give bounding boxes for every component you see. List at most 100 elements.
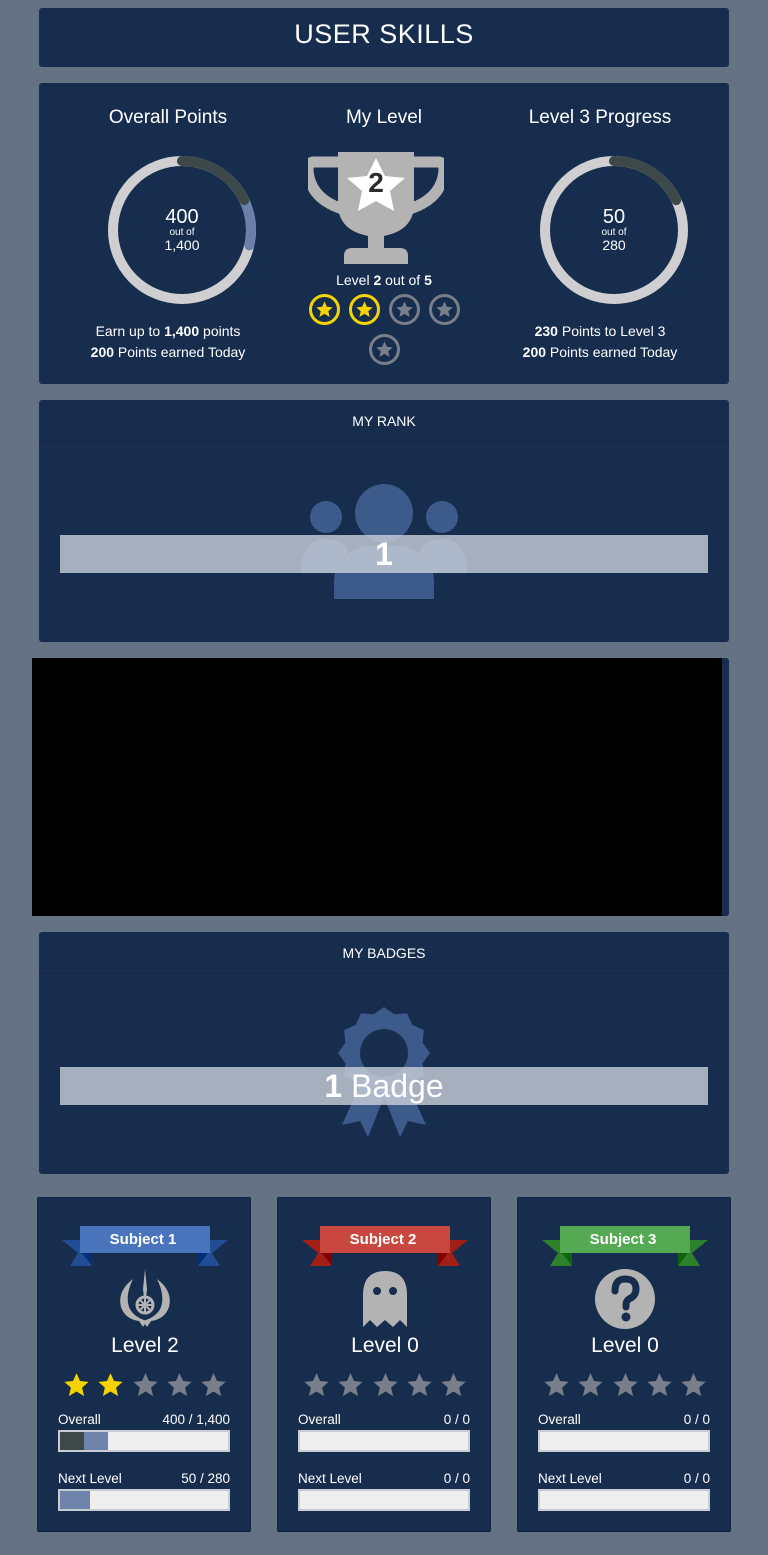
next-level-progress-bar	[58, 1489, 230, 1511]
jedi-icon	[120, 1269, 170, 1327]
star-icon	[647, 1373, 672, 1397]
next-level-row: Next Level 0 / 0	[538, 1471, 710, 1486]
star-icon	[167, 1373, 192, 1397]
level-progress-value: 50	[602, 206, 626, 228]
star-icon	[372, 1373, 398, 1397]
overall-progress-bar	[298, 1430, 470, 1452]
subject-level: Level 2	[111, 1334, 179, 1357]
overall-value: 0 / 0	[683, 1412, 710, 1427]
star-icon	[544, 1373, 569, 1397]
ghost-icon	[363, 1271, 407, 1327]
question-icon	[595, 1269, 655, 1329]
star-icon	[338, 1373, 363, 1397]
today-suffix: Points earned Today	[117, 344, 246, 360]
my-level-column: My Level 2 Level 2 out of 5	[269, 83, 499, 384]
earn-suffix: points	[203, 323, 241, 339]
overall-points-total: 1,400	[164, 237, 200, 253]
next-level-row: Next Level 0 / 0	[298, 1471, 470, 1486]
overall-points-column: Overall Points 400 out of 1,400 Earn up …	[53, 83, 283, 384]
level-star-5	[368, 334, 400, 365]
next-level-label: Next Level	[58, 1471, 122, 1486]
progress-today-value: 200	[522, 344, 547, 360]
overall-label: Overall	[538, 1412, 581, 1427]
next-level-progress-bar	[538, 1489, 710, 1511]
subject-card-3[interactable]: Subject 3 Level 0 Overall 0 / 0 Next Level 0 …	[517, 1197, 731, 1532]
overall-points-value: 400	[165, 206, 199, 228]
level-max: 5	[424, 272, 432, 288]
earn-prefix: Earn up to	[95, 323, 161, 339]
progress-today-suffix: Points earned Today	[549, 344, 678, 360]
subject-card-1[interactable]: Subject 1 Level 2 Overall 400 / 1,400 Next L…	[37, 1197, 251, 1532]
overall-row: Overall 0 / 0	[538, 1412, 710, 1427]
to-level-suffix: Points to Level 3	[561, 323, 666, 339]
overall-row: Overall 0 / 0	[298, 1412, 470, 1427]
level-line: Level 2 out of 5	[269, 272, 499, 288]
subject-level: Level 0	[351, 1334, 419, 1357]
overall-progress-bar	[538, 1430, 710, 1452]
my-rank-panel: MY RANK 1	[39, 400, 729, 642]
overall-points-ring-text: 400 out of 1,400	[107, 155, 257, 305]
level-progress-ring-text: 50 out of 280	[539, 155, 689, 305]
star-icon	[578, 1373, 603, 1397]
star-icon	[375, 341, 393, 358]
next-level-label: Next Level	[298, 1471, 362, 1486]
header: USER SKILLS	[39, 8, 729, 67]
level-progress-total: 280	[602, 237, 626, 253]
level-star-3	[388, 294, 420, 325]
star-icon	[407, 1373, 432, 1397]
level-prefix: Level	[336, 272, 370, 288]
level-progress-title: Level 3 Progress	[528, 107, 672, 128]
next-level-value: 0 / 0	[683, 1471, 710, 1486]
star-icon	[64, 1373, 89, 1397]
my-rank-title: MY RANK	[39, 400, 729, 442]
trophy-icon	[308, 152, 444, 264]
overall-value: 0 / 0	[443, 1412, 470, 1427]
subject-name: Subject 1	[109, 1231, 177, 1248]
star-icon	[681, 1373, 706, 1397]
overall-label: Overall	[58, 1412, 101, 1427]
level-progress-column: Level 3 Progress 50 out of 280 230 Point…	[485, 83, 715, 384]
level-progress-info: 230 Points to Level 3 200 Points earned …	[485, 321, 715, 363]
star-icon	[355, 301, 373, 318]
star-icon	[395, 301, 413, 318]
overall-progress-bar	[58, 1430, 230, 1452]
level-out-of: out of	[385, 272, 421, 288]
subject-stars	[542, 1371, 708, 1399]
earn-value: 1,400	[164, 323, 200, 339]
today-value: 200	[90, 344, 115, 360]
next-level-value: 50 / 280	[181, 1471, 230, 1486]
star-icon	[304, 1373, 329, 1397]
next-level-progress-bar	[298, 1489, 470, 1511]
star-icon	[441, 1373, 466, 1397]
subject-name: Subject 2	[349, 1231, 417, 1248]
overall-points-title: Overall Points	[108, 107, 228, 128]
overall-value: 400 / 1,400	[162, 1412, 230, 1427]
overall-label: Overall	[298, 1412, 341, 1427]
level-star-4	[428, 294, 460, 325]
rank-value: 1	[375, 536, 393, 572]
level-current: 2	[373, 272, 382, 288]
subject-stars	[302, 1371, 468, 1399]
star-icon	[132, 1373, 158, 1397]
star-icon	[315, 301, 333, 318]
my-badges-title: MY BADGES	[39, 932, 729, 974]
to-level-value: 230	[534, 323, 558, 339]
trophy-level-number: 2	[368, 167, 384, 198]
subject-card-2[interactable]: Subject 2 Level 0 Overall 0 / 0 Next Level 0 …	[277, 1197, 491, 1532]
next-level-value: 0 / 0	[443, 1471, 470, 1486]
summary-panel: Overall Points 400 out of 1,400 Earn up …	[39, 83, 729, 384]
star-icon	[201, 1373, 226, 1397]
overall-row: Overall 400 / 1,400	[58, 1412, 230, 1427]
star-icon	[98, 1373, 123, 1397]
page-title: USER SKILLS	[294, 19, 474, 49]
level-stars	[269, 294, 499, 365]
video-panel-edge	[722, 658, 729, 916]
subject-level: Level 0	[591, 1334, 659, 1357]
badges-label: Badge	[351, 1068, 444, 1104]
star-icon	[435, 301, 453, 318]
video-player[interactable]	[32, 658, 722, 916]
badges-count: 1	[324, 1068, 343, 1104]
star-icon	[612, 1373, 638, 1397]
overall-points-info: Earn up to 1,400 points 200 Points earne…	[53, 321, 283, 363]
subject-name: Subject 3	[589, 1231, 657, 1248]
